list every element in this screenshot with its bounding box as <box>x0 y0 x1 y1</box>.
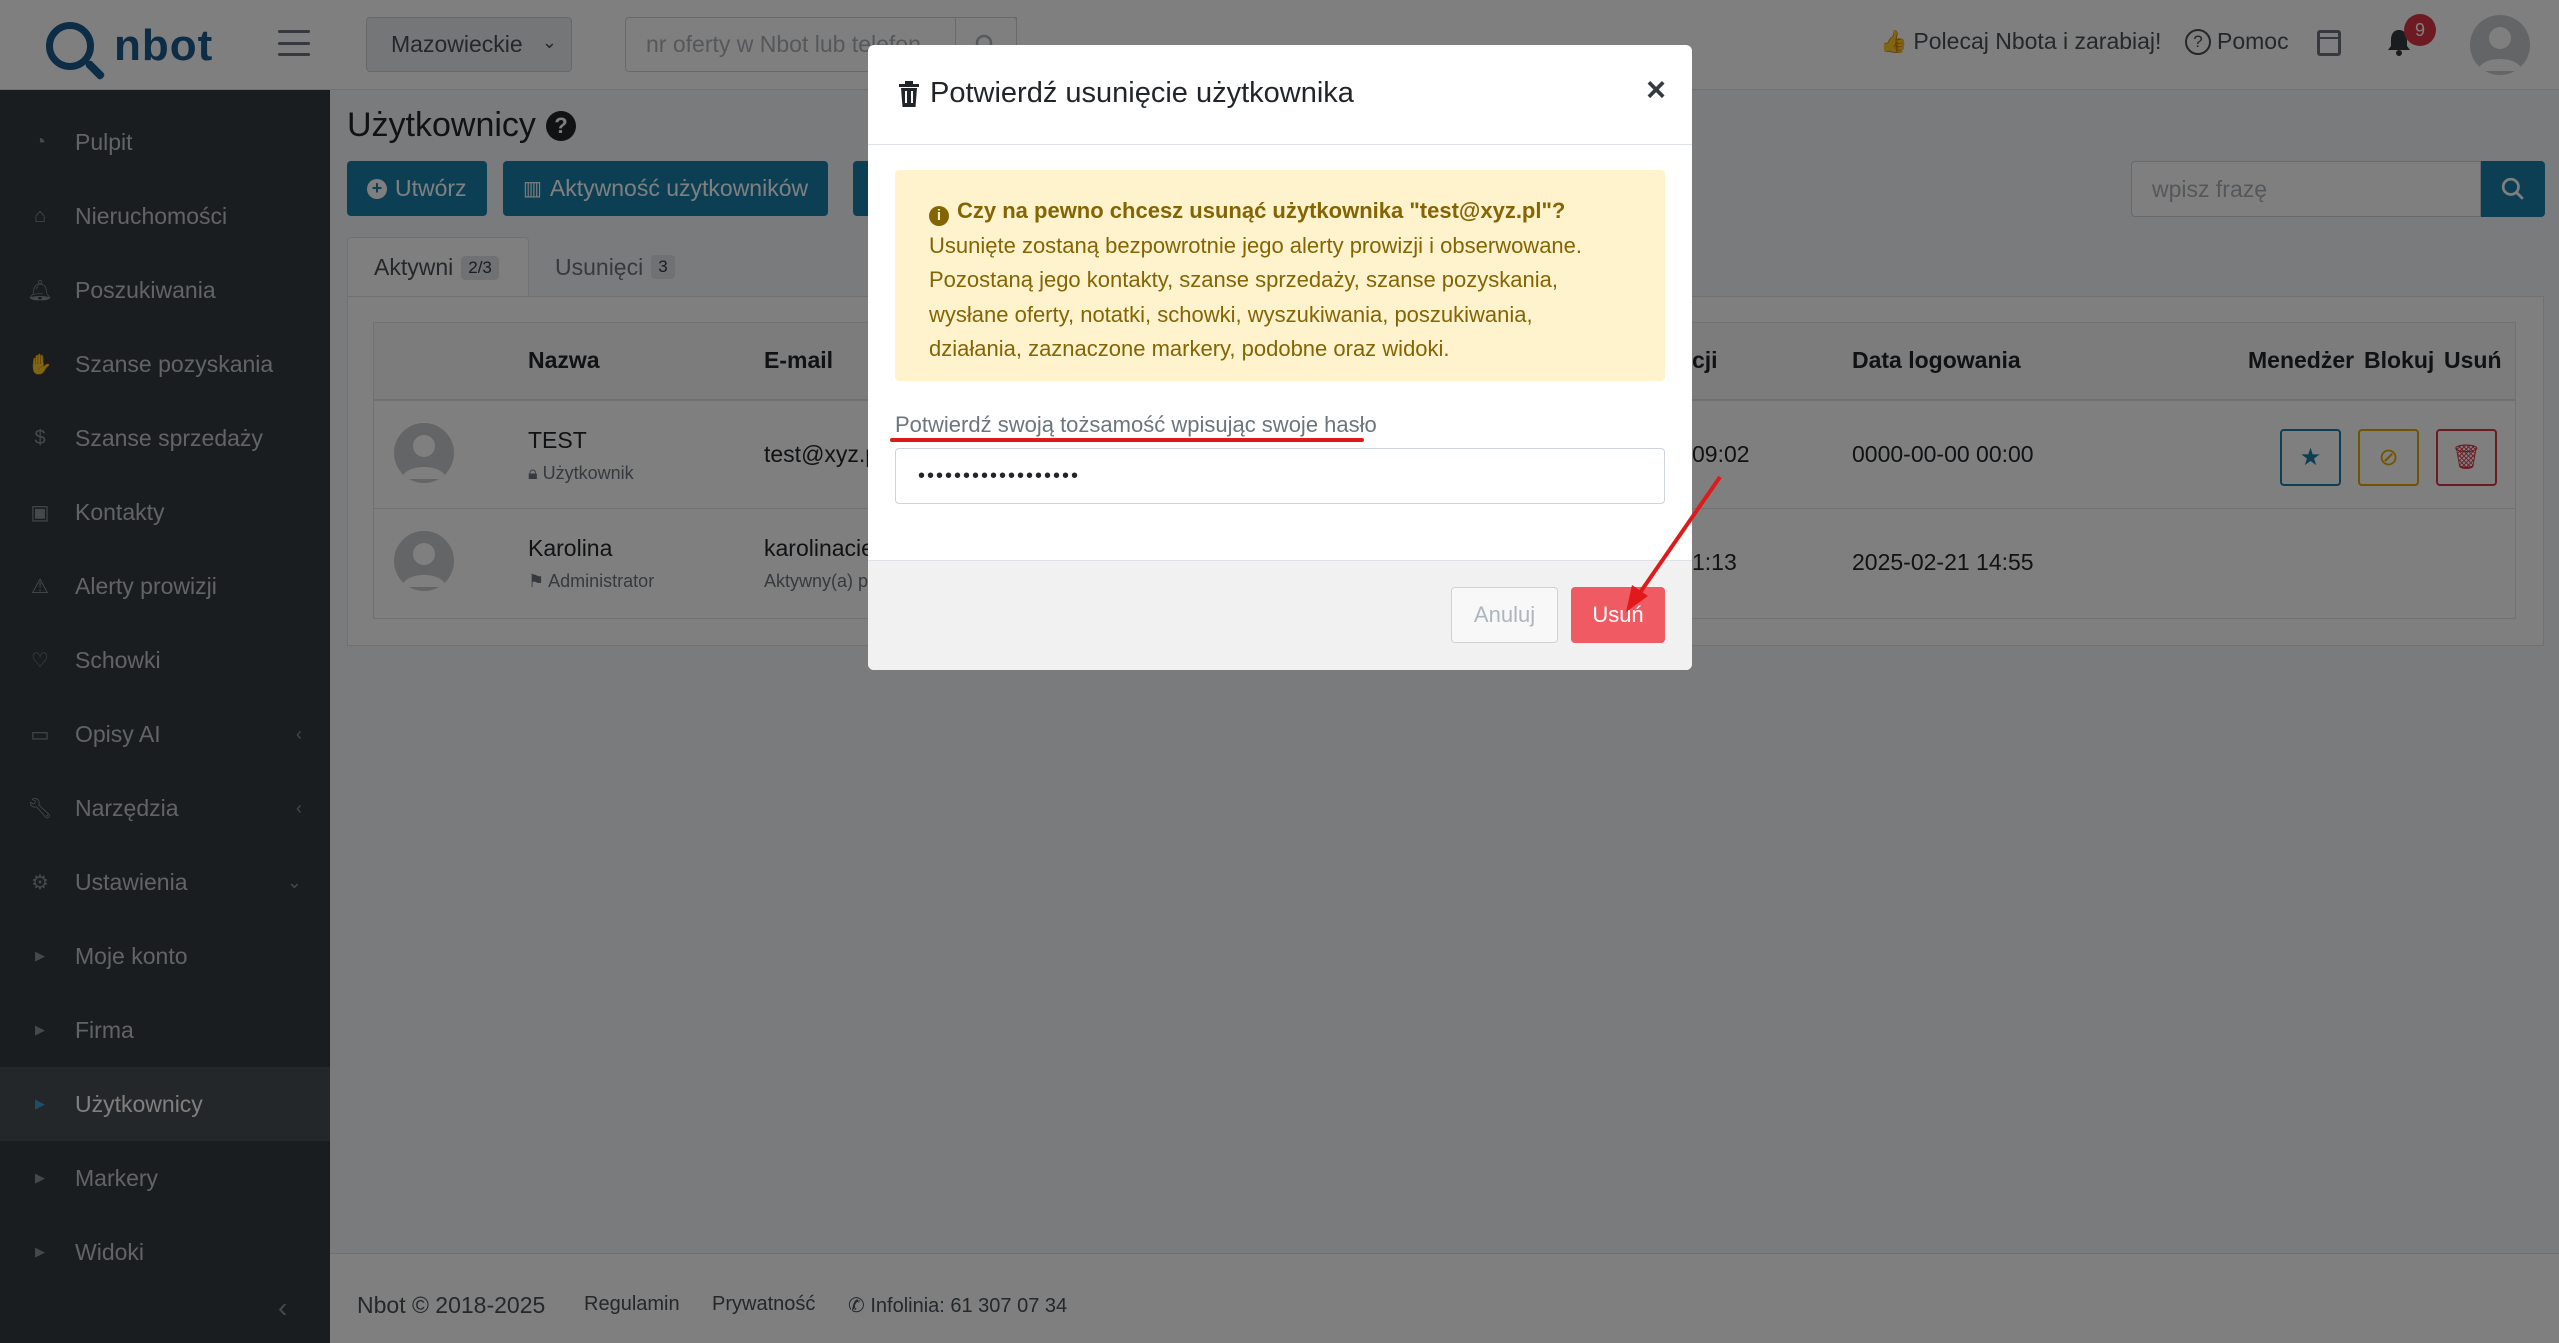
warning-question: Czy na pewno chcesz usunąć użytkownika "… <box>957 198 1566 223</box>
warning-line: Usunięte zostaną bezpowrotnie jego alert… <box>929 232 1583 258</box>
close-icon[interactable]: × <box>1646 71 1666 110</box>
confirm-delete-button[interactable]: Usuń <box>1571 587 1665 643</box>
confirm-delete-label: Usuń <box>1592 602 1644 627</box>
warning-line: Pozostaną jego kontakty, szanse sprzedaż… <box>929 267 1558 292</box>
annotation-underline <box>890 438 1364 442</box>
cancel-button[interactable]: Anuluj <box>1451 587 1558 643</box>
modal-footer <box>868 560 1692 670</box>
modal-header: Potwierdź usunięcie użytkownika × <box>868 45 1692 145</box>
trash-icon <box>899 80 919 107</box>
warning-line: działania, zaznaczone markery, podobne o… <box>929 336 1450 361</box>
info-circle-icon: i <box>929 206 949 227</box>
cancel-label: Anuluj <box>1473 602 1536 627</box>
warning-line: wysłane oferty, notatki, schowki, wyszuk… <box>929 301 1533 327</box>
password-label: Potwierdź swoją tożsamość wpisując swoje… <box>895 412 1377 437</box>
password-field[interactable]: •••••••••••••••••• <box>895 448 1665 504</box>
modal-title: Potwierdź usunięcie użytkownika <box>898 77 1354 110</box>
confirm-delete-modal: Potwierdź usunięcie użytkownika × i Czy n… <box>868 45 1692 670</box>
modal-title-text: Potwierdź usunięcie użytkownika <box>930 77 1354 109</box>
warning-alert: i Czy na pewno chcesz usunąć użytkownika … <box>895 170 1665 381</box>
password-value: •••••••••••••••••• <box>918 464 1081 487</box>
